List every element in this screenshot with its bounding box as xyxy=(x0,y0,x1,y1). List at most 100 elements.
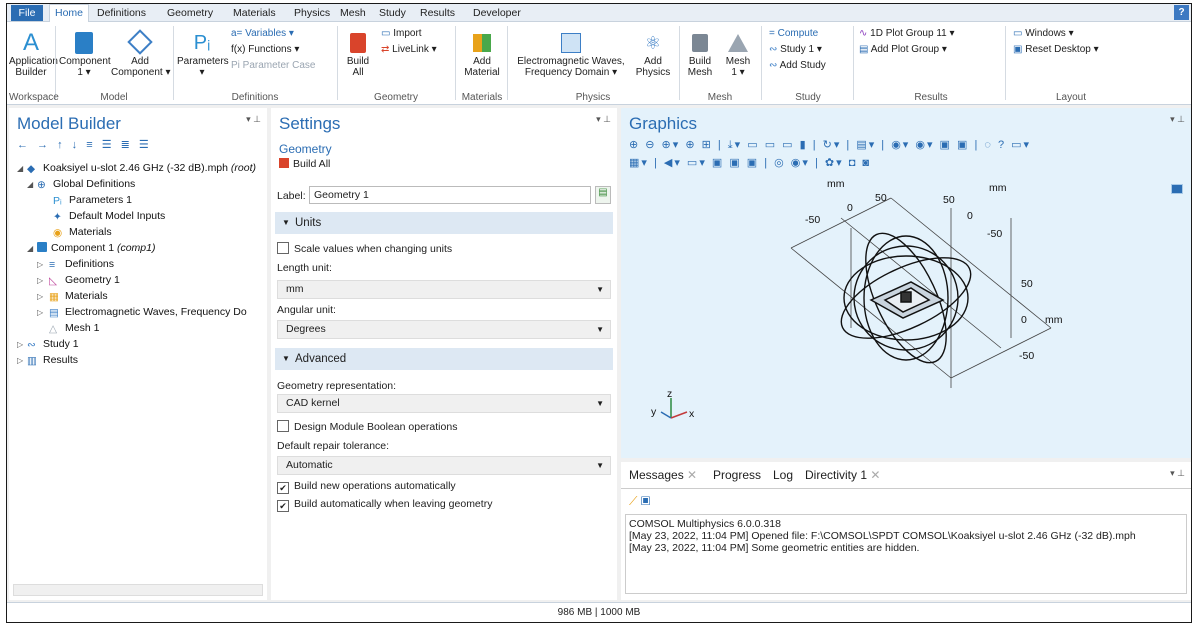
parameter-case-button[interactable]: Pi Parameter Case xyxy=(231,60,315,72)
add-study-button[interactable]: ∾ Add Study xyxy=(769,60,826,72)
messages-toolbar[interactable]: ⟋ ▣ xyxy=(629,494,650,509)
geom-rep-select[interactable]: CAD kernel ▼ xyxy=(277,394,611,413)
tab-physics[interactable]: Physics xyxy=(294,7,330,19)
tree-mesh1[interactable]: △ Mesh 1 xyxy=(49,322,99,335)
group-physics: Physics xyxy=(575,92,611,103)
tick-50-z: 50 xyxy=(1021,278,1033,290)
reset-desktop-button[interactable]: ▣ Reset Desktop ▾ xyxy=(1013,44,1099,56)
plot-group-button[interactable]: ∿ 1D Plot Group 11 ▾ xyxy=(859,28,955,40)
chevron-down-icon: ▼ xyxy=(596,461,604,470)
axis-unit-z: mm xyxy=(1045,314,1063,326)
study1-button[interactable]: ∾ Study 1 ▾ xyxy=(769,44,822,56)
graphics-toolbar-row1[interactable]: ⊕ ⊖ ⊕▾ ⊕ ⊞ | ⤓▾ ▭ ▭ ▭ ▮ | ↻▾ | ▤▾ | ◉▾ ◉… xyxy=(629,138,1031,152)
tree-results[interactable]: ▥ Results xyxy=(27,354,78,367)
tab-messages[interactable]: Messages ✕ xyxy=(629,468,697,482)
windows-button[interactable]: ▭ Windows ▾ xyxy=(1013,28,1074,40)
parameters-button[interactable]: Pᵢ Parameters ▾ xyxy=(177,30,229,78)
materials-icon: ◉ xyxy=(53,227,63,239)
help-button[interactable]: ? xyxy=(1174,5,1189,20)
tab-developer[interactable]: Developer xyxy=(473,7,521,19)
tree-study1[interactable]: ∾ Study 1 xyxy=(27,338,79,351)
tree-geometry1[interactable]: ◺ Geometry 1 xyxy=(49,274,120,287)
tab-definitions[interactable]: Definitions xyxy=(97,7,146,19)
horizontal-scrollbar[interactable] xyxy=(13,584,263,596)
mesh1-button[interactable]: Mesh 1 ▾ xyxy=(719,30,757,78)
component-button[interactable]: Component 1 ▾ xyxy=(59,30,111,78)
build-all-icon xyxy=(350,33,366,53)
build-mesh-button[interactable]: Build Mesh xyxy=(681,30,719,78)
functions-button[interactable]: f(x) Functions ▾ xyxy=(231,44,299,56)
build-mesh-icon xyxy=(692,34,708,52)
build-all-link[interactable]: Build All xyxy=(279,158,330,170)
label-edit-icon[interactable]: ▤ xyxy=(595,186,611,204)
tab-geometry[interactable]: Geometry xyxy=(167,7,213,19)
tab-results[interactable]: Results xyxy=(420,7,455,19)
messages-pin-icon[interactable]: ▾ ⊥ xyxy=(1170,468,1185,479)
build-leaving-checkbox[interactable]: ✔ Build automatically when leaving geomet… xyxy=(277,498,492,512)
tree-materials[interactable]: ▦ Materials xyxy=(49,290,108,303)
axis-z-label: z xyxy=(667,388,673,400)
tab-directivity[interactable]: Directivity 1 ✕ xyxy=(805,468,880,482)
copy-icon[interactable]: ▣ xyxy=(641,494,651,508)
units-section[interactable]: ▼ Units xyxy=(275,212,613,234)
variables-button[interactable]: a= Variables ▾ xyxy=(231,28,294,40)
emw-icon: ▤ xyxy=(49,307,59,319)
tick-50-a: 50 xyxy=(875,192,887,204)
design-module-checkbox[interactable]: Design Module Boolean operations xyxy=(277,420,457,433)
tree-component1[interactable]: Component 1 (comp1) xyxy=(37,242,155,254)
add-plot-group-button[interactable]: ▤ Add Plot Group ▾ xyxy=(859,44,947,56)
application-builder-button[interactable]: A Application Builder xyxy=(9,30,58,79)
tab-home[interactable]: Home xyxy=(49,4,89,23)
file-menu[interactable]: File xyxy=(11,5,43,21)
clear-icon[interactable]: ⟋ xyxy=(629,494,637,508)
add-plot-icon: ▤ xyxy=(859,44,871,55)
add-physics-button[interactable]: ⚛ Add Physics xyxy=(631,30,675,78)
compute-button[interactable]: = Compute xyxy=(769,28,818,40)
graphics-pin-icon[interactable]: ▾ ⊥ xyxy=(1170,114,1185,125)
parameters-icon: Pᵢ xyxy=(53,195,62,207)
build-all-button[interactable]: Build All xyxy=(341,30,375,78)
build-new-checkbox[interactable]: ✔ Build new operations automatically xyxy=(277,480,456,494)
tick-m50-b: -50 xyxy=(987,228,1003,240)
message-line: COMSOL Multiphysics 6.0.0.318 xyxy=(629,518,781,530)
graphics-toolbar-row2[interactable]: ▦▾ | ◀▾ ▭▾ ▣ ▣ ▣ | ◎ ◉▾ | ✿▾ ◘ ◙ xyxy=(629,156,871,169)
tree-definitions[interactable]: ≡ Definitions xyxy=(49,258,114,271)
tab-log[interactable]: Log xyxy=(773,468,793,482)
tab-materials[interactable]: Materials xyxy=(233,7,276,19)
add-material-button[interactable]: Add Material xyxy=(459,30,505,78)
tree-parameters1[interactable]: Pᵢ Parameters 1 xyxy=(53,194,132,207)
tab-progress[interactable]: Progress xyxy=(713,468,761,482)
tree-toolbar[interactable]: ← → ↑ ↓ ≡ ☰ ≣ ☰ xyxy=(17,138,152,151)
fullscreen-icon[interactable] xyxy=(1171,184,1183,194)
tree-default-inputs[interactable]: ✦ Default Model Inputs xyxy=(53,210,165,223)
axis-x-label: x xyxy=(689,408,695,420)
tree-global-materials[interactable]: ◉ Materials xyxy=(53,226,112,239)
tick-0-b: 0 xyxy=(967,210,973,222)
advanced-section[interactable]: ▼ Advanced xyxy=(275,348,613,370)
tab-study[interactable]: Study xyxy=(379,7,406,19)
length-unit-label: Length unit: xyxy=(277,262,332,274)
scale-values-checkbox[interactable]: Scale values when changing units xyxy=(277,242,452,255)
tree-global-definitions[interactable]: ⊕ Global Definitions xyxy=(37,178,135,191)
label-input[interactable]: Geometry 1 xyxy=(309,186,591,204)
close-icon[interactable]: ✕ xyxy=(870,468,880,482)
livelink-button[interactable]: ⇄ LiveLink ▾ xyxy=(381,44,437,56)
tree-emw[interactable]: ▤ Electromagnetic Waves, Frequency Do xyxy=(49,306,247,319)
repair-select[interactable]: Automatic ▼ xyxy=(277,456,611,475)
settings-pane: Settings ▾ ⊥ Geometry Build All Label: G… xyxy=(271,108,617,600)
import-icon: ▭ xyxy=(381,28,394,39)
close-icon[interactable]: ✕ xyxy=(687,468,697,482)
label-caption: Label: xyxy=(277,190,306,202)
tab-mesh[interactable]: Mesh xyxy=(340,7,366,19)
add-component-button[interactable]: Add Component ▾ xyxy=(111,29,171,78)
pin-icon[interactable]: ▾ ⊥ xyxy=(246,114,261,125)
em-waves-icon xyxy=(561,33,581,53)
message-line: [May 23, 2022, 11:04 PM] Opened file: F:… xyxy=(629,530,1136,542)
import-button[interactable]: ▭ Import xyxy=(381,28,422,40)
length-unit-select[interactable]: mm ▼ xyxy=(277,280,611,299)
tree-root[interactable]: ◆ Koaksiyel u-slot 2.46 GHz (-32 dB).mph … xyxy=(27,162,256,175)
geom-rep-label: Geometry representation: xyxy=(277,380,397,392)
settings-pin-icon[interactable]: ▾ ⊥ xyxy=(596,114,611,125)
em-waves-button[interactable]: Electromagnetic Waves, Frequency Domain … xyxy=(511,30,631,78)
angular-unit-select[interactable]: Degrees ▼ xyxy=(277,320,611,339)
